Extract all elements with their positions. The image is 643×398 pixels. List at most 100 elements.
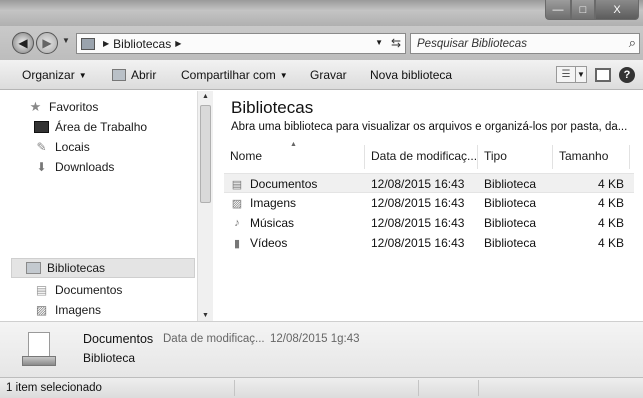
toolbar-right-controls: ☰ ▼ ? — [556, 66, 635, 83]
column-name-header[interactable]: Nome — [230, 149, 262, 163]
nav-item-desktop[interactable]: Área de Trabalho — [34, 120, 147, 134]
desktop-icon — [34, 121, 49, 133]
row-size: 4 KB — [597, 216, 624, 230]
nav-label: Favoritos — [49, 100, 99, 114]
breadcrumb-libraries[interactable]: Bibliotecas — [113, 37, 171, 51]
row-type: Biblioteca — [484, 216, 537, 230]
column-date-header[interactable]: Data de modificaç... — [371, 149, 477, 163]
burn-button[interactable]: Gravar — [310, 68, 347, 82]
column-size-header[interactable]: Tamanho — [559, 149, 608, 163]
status-divider — [478, 380, 479, 396]
status-divider — [418, 380, 419, 396]
downloads-icon: ⬇ — [36, 160, 47, 174]
row-name: Documentos — [250, 177, 318, 191]
row-type: Biblioteca — [484, 236, 537, 250]
scroll-down-icon[interactable]: ▼ — [202, 312, 209, 319]
details-item-type: Biblioteca — [83, 351, 136, 365]
star-icon: ★ — [29, 99, 42, 114]
back-arrow-icon: ◀ — [18, 36, 28, 50]
refresh-icon[interactable]: ⇆ — [391, 36, 401, 50]
row-name: Vídeos — [250, 236, 288, 250]
chevron-down-icon: ▼ — [78, 70, 87, 80]
title-bar: — □ X — [0, 0, 643, 26]
table-row[interactable]: ▨ Imagens 12/08/2015 16:43 Biblioteca 4 K… — [224, 193, 634, 213]
breadcrumb-chevron-icon[interactable]: ▶ — [175, 39, 181, 48]
navigation-pane: ★ Favoritos Área de Trabalho ✎ Locais ⬇ … — [0, 91, 213, 321]
window-controls: — □ X — [545, 0, 639, 20]
chevron-down-icon: ▼ — [279, 70, 288, 80]
share-with-button[interactable]: Compartilhar com ▼ — [181, 68, 288, 82]
close-button[interactable]: X — [595, 0, 639, 20]
column-divider[interactable] — [364, 145, 365, 169]
back-button[interactable]: ◀ — [12, 32, 34, 54]
address-field[interactable]: ▶ Bibliotecas ▶ ▼ ⇆ — [76, 33, 406, 54]
recent-places-icon: ✎ — [36, 140, 47, 154]
nav-label: Área de Trabalho — [55, 120, 148, 134]
table-row[interactable]: ▮ Vídeos 12/08/2015 16:43 Biblioteca 4 KB — [224, 233, 634, 253]
forward-arrow-icon: ▶ — [42, 36, 52, 50]
maximize-button[interactable]: □ — [571, 0, 595, 20]
preview-pane-button[interactable] — [595, 67, 611, 82]
organize-label: Organizar — [22, 68, 75, 82]
row-date: 12/08/2015 16:43 — [371, 177, 465, 191]
breadcrumb-separator-icon[interactable]: ▶ — [103, 39, 109, 48]
nav-label: Downloads — [55, 160, 115, 174]
documents-library-icon — [22, 330, 56, 368]
new-library-button[interactable]: Nova biblioteca — [370, 68, 452, 82]
row-size: 4 KB — [597, 177, 624, 191]
change-view-button[interactable]: ☰ — [556, 66, 576, 83]
nav-item-places[interactable]: ✎ Locais — [34, 140, 90, 154]
details-date-value: 12/08/2015 1g:43 — [270, 333, 360, 345]
column-divider[interactable] — [477, 145, 478, 169]
search-input[interactable]: Pesquisar Bibliotecas ⌕ — [410, 33, 640, 54]
status-bar: 1 item selecionado — [0, 377, 643, 398]
video-icon: ▮ — [233, 237, 241, 250]
command-bar: Organizar ▼ Abrir Compartilhar com ▼ Gra… — [0, 60, 643, 90]
address-dropdown-icon[interactable]: ▼ — [375, 38, 383, 47]
documents-icon: ▤ — [231, 178, 243, 191]
nav-item-libraries[interactable]: Bibliotecas — [11, 258, 195, 278]
nav-label: Documentos — [55, 283, 123, 297]
nav-item-favorites[interactable]: ★ Favoritos — [28, 99, 99, 114]
details-pane: Documentos Data de modificaç... 12/08/20… — [0, 321, 643, 377]
column-divider[interactable] — [629, 145, 630, 169]
organize-button[interactable]: Organizar ▼ — [22, 68, 87, 82]
column-divider[interactable] — [552, 145, 553, 169]
nav-label: Locais — [55, 140, 90, 154]
nav-item-downloads[interactable]: ⬇ Downloads — [34, 160, 114, 174]
row-date: 12/08/2015 16:43 — [371, 216, 465, 230]
music-icon: ♪ — [234, 217, 240, 229]
search-icon[interactable]: ⌕ — [629, 35, 636, 51]
column-headers: ▲ Nome Data de modificaç... Tipo Tamanho — [224, 141, 634, 169]
new-library-label: Nova biblioteca — [370, 68, 453, 82]
scroll-thumb[interactable] — [200, 105, 211, 203]
search-placeholder: Pesquisar Bibliotecas — [417, 37, 527, 50]
libraries-icon — [81, 37, 95, 50]
column-type-header[interactable]: Tipo — [484, 149, 507, 163]
row-name: Músicas — [250, 216, 295, 230]
page-title: Bibliotecas — [231, 98, 314, 117]
minimize-button[interactable]: — — [545, 0, 571, 20]
row-date: 12/08/2015 16:43 — [371, 196, 465, 210]
images-icon: ▨ — [231, 197, 243, 210]
scroll-up-icon[interactable]: ▲ — [202, 93, 209, 100]
nav-item-images[interactable]: ▨ Imagens — [34, 303, 101, 317]
open-icon — [112, 69, 126, 81]
forward-button[interactable]: ▶ — [36, 32, 58, 54]
details-item-name: Documentos — [83, 332, 154, 346]
view-options-dropdown[interactable]: ▼ — [575, 66, 587, 83]
table-row[interactable]: ▤ Documentos 12/08/2015 16:43 Biblioteca … — [224, 173, 634, 193]
burn-label: Gravar — [310, 68, 347, 82]
libraries-icon — [26, 262, 41, 274]
row-name: Imagens — [250, 196, 297, 210]
row-size: 4 KB — [597, 236, 624, 250]
nav-item-documents[interactable]: ▤ Documentos — [34, 283, 123, 297]
row-type: Biblioteca — [484, 196, 537, 210]
help-button[interactable]: ? — [619, 66, 635, 83]
table-row[interactable]: ♪ Músicas 12/08/2015 16:43 Biblioteca 4 K… — [224, 213, 634, 233]
open-button[interactable]: Abrir — [112, 68, 156, 82]
recent-pages-dropdown[interactable]: ▼ — [62, 36, 70, 45]
library-content: Bibliotecas Abra uma biblioteca para vis… — [214, 91, 643, 321]
address-bar-area: ◀ ▶ ▼ ▶ Bibliotecas ▶ ▼ ⇆ Pesquisar Bibl… — [0, 26, 643, 60]
nav-scrollbar[interactable]: ▲ ▼ — [197, 91, 213, 321]
